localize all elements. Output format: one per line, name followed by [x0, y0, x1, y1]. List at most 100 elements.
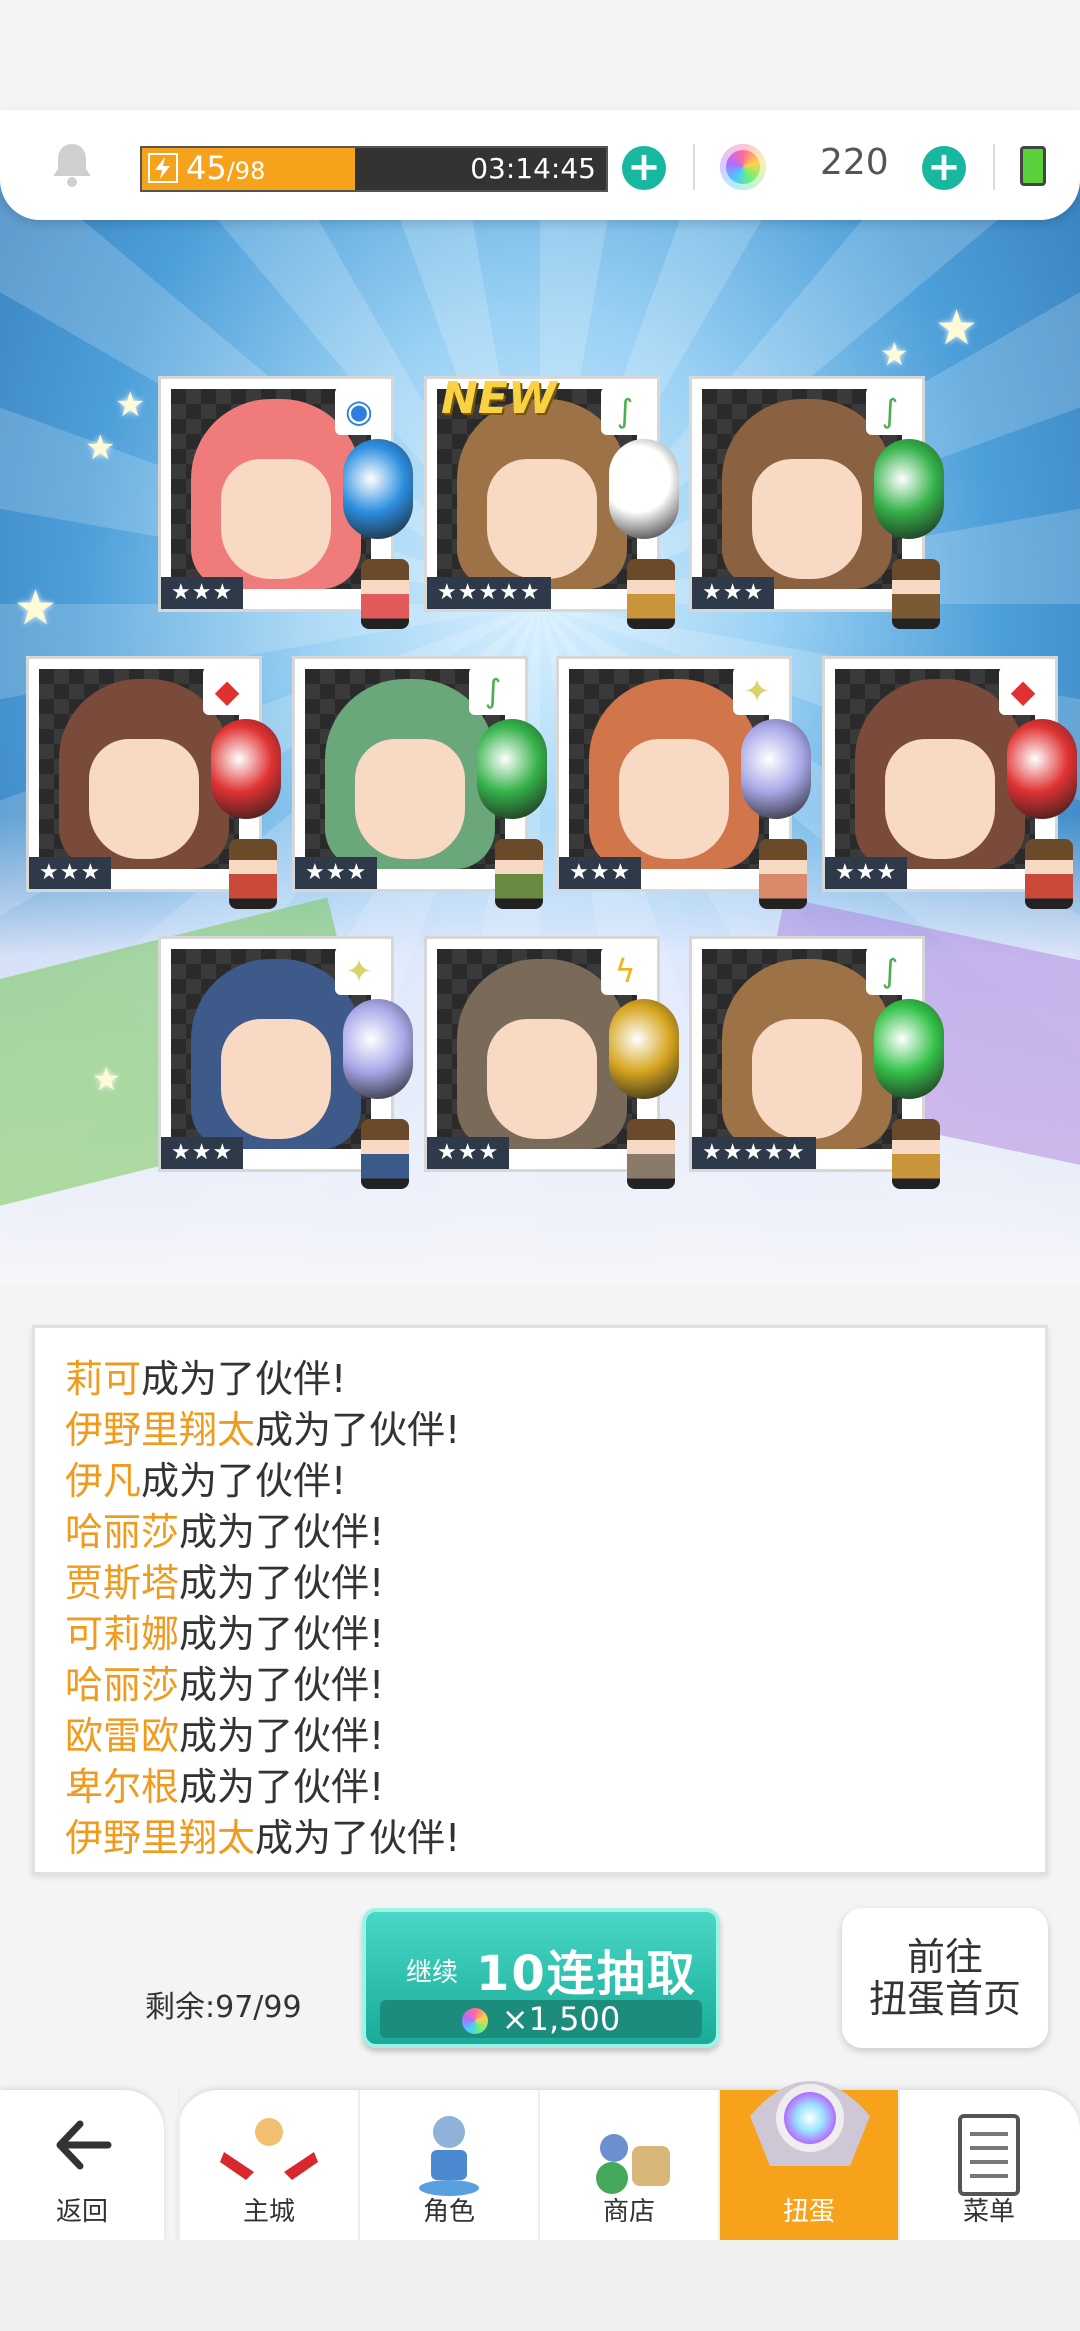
- pixel-sprite-icon: [1025, 839, 1073, 909]
- log-entry: 欧雷欧成为了伙伴!: [65, 1711, 1045, 1762]
- stamina-max: /98: [226, 157, 266, 185]
- element-crest-icon: [1007, 719, 1077, 819]
- menu-icon: [958, 2114, 1020, 2196]
- back-arrow-icon: [56, 2120, 112, 2170]
- rarity-stars: ★★★: [825, 857, 908, 889]
- gem-icon: [720, 144, 766, 190]
- tab-gacha[interactable]: 扭蛋: [718, 2081, 898, 2240]
- element-crest-icon: [741, 719, 811, 819]
- log-entry-text: 成为了伙伴!: [179, 1510, 385, 1554]
- character-name: 莉可: [65, 1357, 142, 1401]
- tab-menu[interactable]: 菜单: [898, 2090, 1078, 2240]
- character-card[interactable]: ✦ ★★★: [556, 656, 811, 909]
- rarity-stars: ★★★: [161, 577, 244, 609]
- pixel-sprite-icon: [892, 1119, 940, 1189]
- character-card[interactable]: ∫ ★★★: [689, 376, 944, 629]
- character-name: 贾斯塔: [65, 1561, 180, 1605]
- pixel-sprite-icon: [361, 559, 409, 629]
- character-card[interactable]: ∫ ★★★★★: [689, 936, 944, 1189]
- add-stamina-button[interactable]: +: [622, 146, 666, 190]
- divider: [993, 144, 995, 190]
- tab-main-city[interactable]: 主城: [178, 2090, 358, 2240]
- sparkle-star-icon: ★: [115, 385, 146, 425]
- draw-cost: ×1,500: [380, 2000, 702, 2038]
- pixel-sprite-icon: [229, 839, 277, 909]
- log-entry-text: 成为了伙伴!: [255, 1816, 461, 1860]
- stamina-timer: 03:14:45: [470, 152, 596, 185]
- stamina-current: 45: [186, 149, 227, 187]
- pixel-sprite-icon: [892, 559, 940, 629]
- sparkle-star-icon: ★: [880, 335, 909, 373]
- tab-label: 主城: [242, 2197, 295, 2227]
- log-entry: 伊野里翔太成为了伙伴!: [65, 1813, 1045, 1864]
- character-card[interactable]: ✦ ★★★: [158, 936, 413, 1189]
- back-button[interactable]: 返回: [0, 2090, 164, 2240]
- log-entry-text: 成为了伙伴!: [255, 1408, 461, 1452]
- element-icon: ∫: [469, 667, 517, 715]
- tab-shop[interactable]: 商店: [538, 2090, 718, 2240]
- element-icon: ∫: [601, 387, 649, 435]
- results-log[interactable]: 莉可成为了伙伴! 伊野里翔太成为了伙伴! 伊凡成为了伙伴! 哈丽莎成为了伙伴! 贾斯塔成…: [32, 1325, 1048, 1875]
- pixel-sprite-icon: [759, 839, 807, 909]
- element-crest-icon: [609, 999, 679, 1099]
- character-name: 哈丽莎: [65, 1663, 180, 1707]
- tab-character[interactable]: 角色: [358, 2090, 538, 2240]
- character-card[interactable]: ϟ ★★★: [424, 936, 679, 1189]
- element-crest-icon: [609, 439, 679, 539]
- pixel-sprite-icon: [627, 559, 675, 629]
- character-card[interactable]: ◉ ★★★: [158, 376, 413, 629]
- character-name: 卑尔根: [65, 1765, 180, 1809]
- new-badge: NEW: [441, 373, 557, 424]
- log-entry: 莉可成为了伙伴!: [65, 1354, 1045, 1405]
- bell-icon[interactable]: [50, 140, 94, 188]
- element-icon: ∫: [866, 947, 914, 995]
- log-entry-text: 成为了伙伴!: [179, 1561, 385, 1605]
- log-entry-text: 成为了伙伴!: [141, 1459, 347, 1503]
- system-bottom-bar: [0, 2240, 1080, 2331]
- log-entry-text: 成为了伙伴!: [141, 1357, 347, 1401]
- element-crest-icon: [874, 439, 944, 539]
- continue-10-draw-button[interactable]: 继续 10连抽取 ×1,500: [362, 1908, 720, 2048]
- element-crest-icon: [874, 999, 944, 1099]
- tab-label: 菜单: [962, 2197, 1015, 2227]
- log-entry: 卑尔根成为了伙伴!: [65, 1762, 1045, 1813]
- rarity-stars: ★★★★★: [427, 577, 551, 609]
- character-card[interactable]: ∫ ★★★: [292, 656, 547, 909]
- gacha-icon: [750, 2081, 870, 2166]
- log-entry-text: 成为了伙伴!: [179, 1663, 385, 1707]
- shop-icon: [596, 2134, 670, 2194]
- sparkle-star-icon: ★: [14, 580, 58, 636]
- battery-icon: [1020, 146, 1046, 186]
- element-icon: ◆: [999, 667, 1047, 715]
- character-name: 哈丽莎: [65, 1510, 180, 1554]
- rarity-stars: ★★★: [29, 857, 112, 889]
- rarity-stars: ★★★: [427, 1137, 510, 1169]
- character-name: 欧雷欧: [65, 1714, 180, 1758]
- gem-count: 220: [820, 142, 889, 183]
- draw-cost-value: ×1,500: [501, 2000, 621, 2038]
- character-name: 伊野里翔太: [65, 1816, 256, 1860]
- character-name: 可莉娜: [65, 1612, 180, 1656]
- add-gems-button[interactable]: +: [922, 146, 966, 190]
- log-entry: 哈丽莎成为了伙伴!: [65, 1507, 1045, 1558]
- sparkle-star-icon: ★: [85, 428, 116, 468]
- element-icon: ∫: [866, 387, 914, 435]
- tab-label: 角色: [422, 2197, 475, 2227]
- character-card[interactable]: ◆ ★★★: [26, 656, 281, 909]
- bottom-nav: 返回 主城 角色 商店 扭蛋 菜单: [0, 2081, 1080, 2240]
- gacha-home-button[interactable]: 前往 扭蛋首页: [842, 1908, 1048, 2048]
- character-name: 伊野里翔太: [65, 1408, 256, 1452]
- rarity-stars: ★★★: [692, 577, 775, 609]
- remaining-count: 剩余:97/99: [145, 1990, 302, 2025]
- divider: [693, 144, 695, 190]
- back-label: 返回: [55, 2197, 108, 2227]
- character-card[interactable]: ◆ ★★★: [822, 656, 1077, 909]
- sparkle-star-icon: ★: [92, 1060, 121, 1098]
- element-crest-icon: [211, 719, 281, 819]
- gem-icon: [461, 2008, 488, 2034]
- log-entry: 伊凡成为了伙伴!: [65, 1456, 1045, 1507]
- element-icon: ✦: [335, 947, 383, 995]
- element-crest-icon: [343, 999, 413, 1099]
- character-card[interactable]: ∫ ★★★★★ NEW: [424, 373, 679, 629]
- log-entry: 贾斯塔成为了伙伴!: [65, 1558, 1045, 1609]
